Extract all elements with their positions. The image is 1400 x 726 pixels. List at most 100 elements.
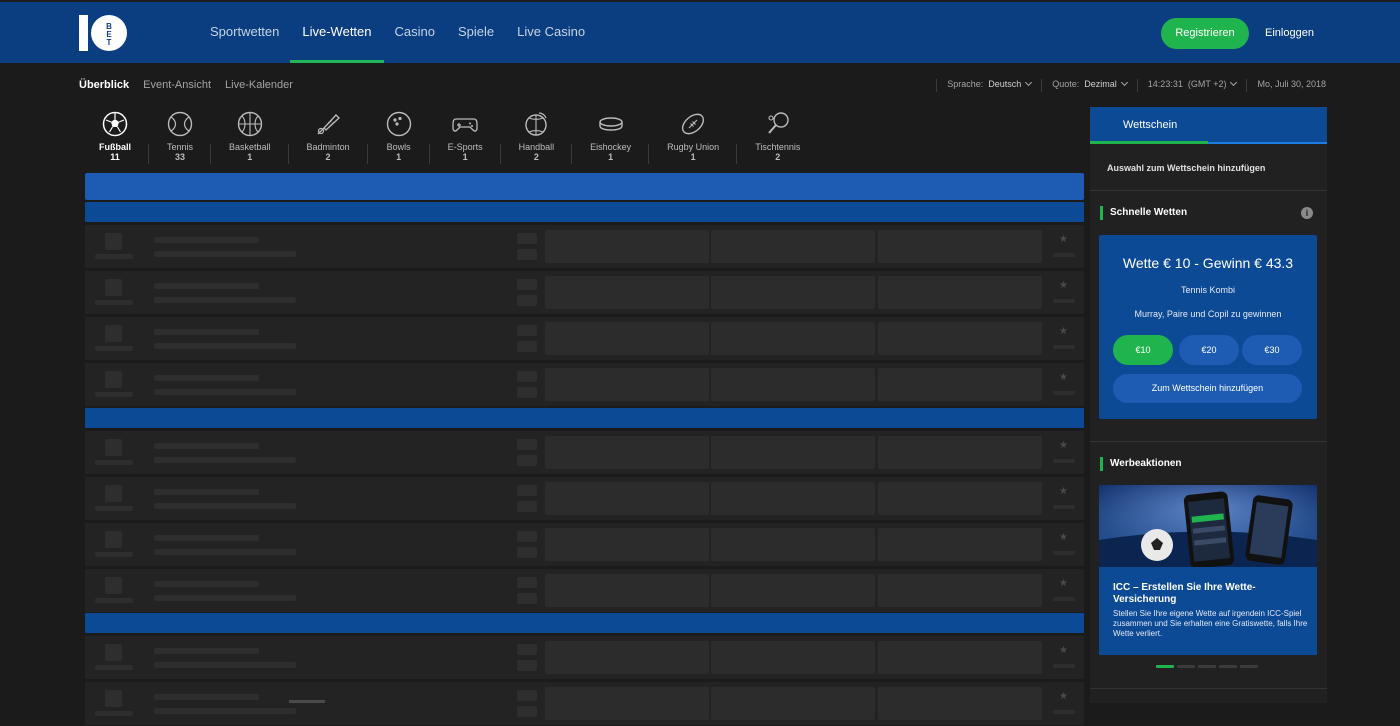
- divider: [936, 79, 938, 92]
- odds-cell-placeholder: [711, 230, 875, 263]
- odds-cell-placeholder: [878, 276, 1042, 309]
- nav-sportwetten[interactable]: Sportwetten: [210, 2, 279, 63]
- betslip-tab[interactable]: Wettschein: [1090, 107, 1327, 144]
- nav-casino[interactable]: Casino: [395, 2, 435, 63]
- skeleton-block: [517, 341, 537, 352]
- stake-button-10[interactable]: €10: [1113, 335, 1173, 365]
- favorite-star-icon[interactable]: ★: [1059, 691, 1068, 702]
- odds-cell-placeholder: [878, 368, 1042, 401]
- skeleton-block: [517, 249, 537, 260]
- nav-live-casino[interactable]: Live Casino: [517, 2, 585, 63]
- promo-phone-image: [1099, 485, 1317, 567]
- league-header: [85, 613, 1084, 633]
- 10bet-logo[interactable]: B E T: [79, 14, 129, 52]
- quick-bet-description: Murray, Paire und Copil zu gewinnen: [1134, 309, 1282, 319]
- league-header: [85, 202, 1084, 222]
- sub-navigation-bar: Überblick Event-Ansicht Live-Kalender Sp…: [0, 63, 1400, 107]
- register-button[interactable]: Registrieren: [1161, 18, 1249, 49]
- odds-cell-placeholder: [545, 368, 709, 401]
- skeleton-block: [517, 233, 537, 244]
- favorite-star-icon[interactable]: ★: [1059, 372, 1068, 383]
- odds-value: Dezimal: [1084, 79, 1117, 89]
- language-label: Sprache:: [947, 79, 984, 89]
- sport-count: 1: [608, 152, 614, 162]
- skeleton-block: [517, 593, 537, 604]
- favorite-star-icon[interactable]: ★: [1059, 578, 1068, 589]
- skeleton-block: [154, 595, 296, 601]
- sport-name: Rugby Union: [667, 142, 720, 152]
- odds-cell-placeholder: [878, 641, 1042, 674]
- skeleton-block: [105, 371, 122, 388]
- skeleton-block: [154, 297, 296, 303]
- sport-basketball[interactable]: Basketball 1: [211, 111, 289, 171]
- promo-card[interactable]: ICC – Erstellen Sie Ihre Wette-Versicher…: [1099, 485, 1317, 655]
- skeleton-block: [154, 708, 296, 714]
- carousel-dot[interactable]: [1198, 665, 1216, 668]
- login-link[interactable]: Einloggen: [1265, 18, 1314, 49]
- sport-tennis[interactable]: Tennis 33: [149, 111, 212, 171]
- badminton-icon: [317, 114, 341, 135]
- favorite-star-icon[interactable]: ★: [1059, 326, 1068, 337]
- odds-cell-placeholder: [711, 368, 875, 401]
- sport-bowls[interactable]: Bowls 1: [368, 111, 430, 171]
- sport-fussball[interactable]: Fußball 11: [85, 111, 149, 171]
- skeleton-block: [95, 346, 133, 351]
- tab-event-ansicht[interactable]: Event-Ansicht: [143, 79, 211, 91]
- stake-button-30[interactable]: €30: [1242, 335, 1302, 365]
- nav-live-wetten[interactable]: Live-Wetten: [290, 2, 384, 63]
- event-row-placeholder: ★: [85, 271, 1084, 315]
- carousel-dot[interactable]: [1219, 665, 1237, 668]
- skeleton-block: [517, 325, 537, 336]
- tab-live-kalender[interactable]: Live-Kalender: [225, 79, 293, 91]
- language-value: Deutsch: [988, 79, 1022, 89]
- skeleton-block: [154, 457, 296, 463]
- carousel-dot[interactable]: [1177, 665, 1195, 668]
- sports-filter-bar: Fußball 11 Tennis 33 Basketball 1 Badmin…: [85, 111, 1084, 171]
- skeleton-block: [154, 251, 296, 257]
- favorite-star-icon[interactable]: ★: [1059, 645, 1068, 656]
- basketball-icon: [237, 111, 262, 137]
- skeleton-block: [105, 531, 122, 548]
- skeleton-block: [105, 233, 122, 250]
- favorite-star-icon[interactable]: ★: [1059, 234, 1068, 245]
- favorite-star-icon[interactable]: ★: [1059, 532, 1068, 543]
- carousel-dot[interactable]: [1156, 665, 1174, 668]
- timezone-selector[interactable]: 14:23:31 (GMT +2): [1148, 78, 1238, 92]
- betslip-panel: Wettschein Auswahl zum Wettschein hinzuf…: [1090, 107, 1327, 703]
- add-to-betslip-button[interactable]: Zum Wettschein hinzufügen: [1113, 374, 1302, 403]
- favorite-star-icon[interactable]: ★: [1059, 280, 1068, 291]
- favorite-star-icon[interactable]: ★: [1059, 440, 1068, 451]
- odds-cell-placeholder: [711, 436, 875, 469]
- promo-description: Stellen Sie Ihre eigene Wette auf irgend…: [1113, 609, 1308, 638]
- stake-button-20[interactable]: €20: [1179, 335, 1239, 365]
- sport-count: 11: [110, 152, 120, 162]
- skeleton-block: [517, 577, 537, 588]
- nav-spiele[interactable]: Spiele: [458, 2, 494, 63]
- sport-name: Tischtennis: [755, 142, 801, 152]
- info-icon[interactable]: i: [1301, 207, 1313, 219]
- odds-cell-placeholder: [545, 322, 709, 355]
- favorite-star-icon[interactable]: ★: [1059, 486, 1068, 497]
- sport-tischtennis[interactable]: Tischtennis 2: [737, 111, 818, 171]
- sport-badminton[interactable]: Badminton 2: [289, 111, 368, 171]
- skeleton-block: [105, 279, 122, 296]
- sport-handball[interactable]: Handball 2: [501, 111, 573, 171]
- sport-name: Bowls: [386, 142, 411, 152]
- skeleton-block: [517, 690, 537, 701]
- sport-name: Handball: [518, 142, 555, 152]
- sport-eishockey[interactable]: Eishockey 1: [572, 111, 650, 171]
- sport-rugby-union[interactable]: Rugby Union 1: [649, 111, 738, 171]
- carousel-dot[interactable]: [1240, 665, 1258, 668]
- skeleton-block: [105, 644, 122, 661]
- odds-cell-placeholder: [545, 574, 709, 607]
- tab-ueberblick[interactable]: Überblick: [79, 79, 129, 91]
- odds-cell-placeholder: [545, 276, 709, 309]
- language-selector[interactable]: Sprache: Deutsch: [947, 78, 1033, 92]
- odds-cell-placeholder: [711, 687, 875, 720]
- sport-e-sports[interactable]: E-Sports 1: [430, 111, 501, 171]
- odds-cell-placeholder: [545, 687, 709, 720]
- event-row-placeholder: ★: [85, 317, 1084, 361]
- odds-cell-placeholder: [711, 322, 875, 355]
- skeleton-block: [517, 279, 537, 290]
- odds-format-selector[interactable]: Quote: Dezimal: [1052, 78, 1128, 92]
